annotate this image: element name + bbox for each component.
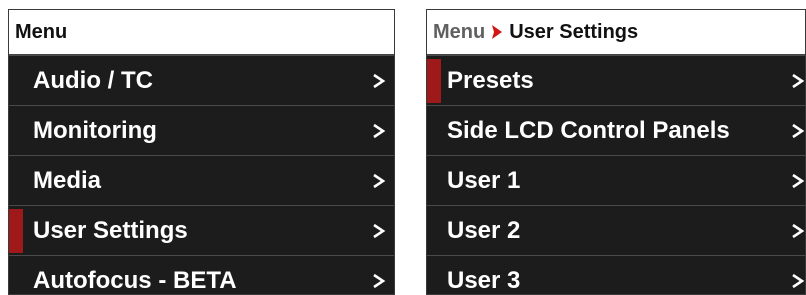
menu-item-label: Media [33, 166, 102, 194]
breadcrumb: Menu User Settings [427, 10, 805, 55]
menu-item-user-3[interactable]: User 3 [427, 255, 805, 294]
menu-item-label: User 1 [447, 166, 521, 194]
menu-item-user-2[interactable]: User 2 [427, 205, 805, 255]
menu-item-label: User 3 [447, 266, 521, 294]
menu-item-audio-tc[interactable]: Audio / TC [9, 55, 394, 105]
menu-item-label: User 2 [447, 216, 521, 244]
menu-item-label: Side LCD Control Panels [447, 116, 730, 144]
chevron-right-icon [792, 273, 805, 288]
selection-marker [427, 59, 441, 103]
chevron-right-icon [492, 25, 503, 39]
chevron-right-icon [792, 73, 805, 88]
chevron-right-icon [792, 223, 805, 238]
menu-title: Menu [15, 20, 68, 43]
menu-item-label: Presets [447, 66, 534, 94]
chevron-right-icon [792, 123, 805, 138]
menu-item-label: Audio / TC [33, 66, 153, 94]
chevron-right-icon [792, 173, 805, 188]
menu-item-presets[interactable]: Presets [427, 55, 805, 105]
menu-item-label: Monitoring [33, 116, 157, 144]
menu-item-user-settings[interactable]: User Settings [9, 205, 394, 255]
menu-item-label: Autofocus - BETA [33, 266, 237, 294]
chevron-right-icon [373, 223, 386, 238]
breadcrumb-current: User Settings [509, 20, 639, 43]
menu-item-monitoring[interactable]: Monitoring [9, 105, 394, 155]
menu-header: Menu [9, 10, 394, 55]
chevron-right-icon [373, 123, 386, 138]
selection-marker [9, 209, 23, 253]
breadcrumb-parent[interactable]: Menu [433, 21, 485, 44]
chevron-right-icon [373, 73, 386, 88]
menu-panel: Menu Audio / TC Monitoring Media User Se… [8, 9, 395, 295]
menu-item-label: User Settings [33, 216, 188, 244]
menu-item-user-1[interactable]: User 1 [427, 155, 805, 205]
user-settings-panel: Menu User Settings Presets Side LCD Cont… [426, 9, 806, 295]
menu-item-autofocus-beta[interactable]: Autofocus - BETA [9, 255, 394, 294]
chevron-right-icon [373, 173, 386, 188]
menu-item-side-lcd-control-panels[interactable]: Side LCD Control Panels [427, 105, 805, 155]
chevron-right-icon [373, 273, 386, 288]
menu-item-media[interactable]: Media [9, 155, 394, 205]
